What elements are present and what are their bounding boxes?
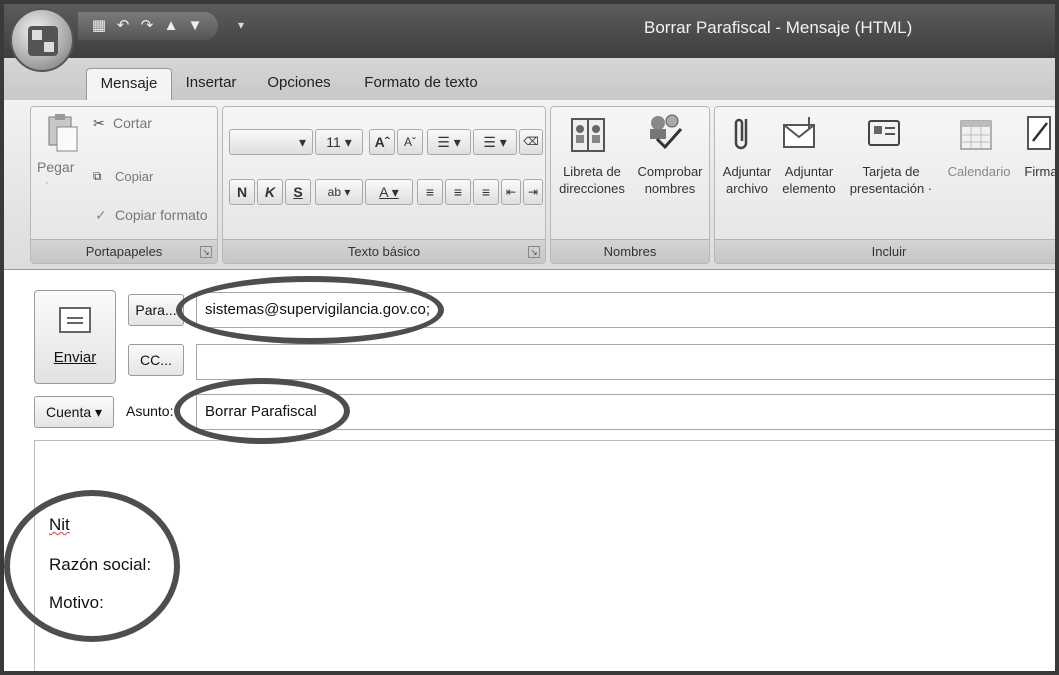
attach-file-label-1: Adjuntar: [722, 164, 772, 179]
align-left-icon[interactable]: ≡: [417, 179, 443, 205]
basic-text-group-label: Texto básico: [223, 239, 545, 263]
numbering-button[interactable]: ☰ ▾: [473, 129, 517, 155]
format-painter-icon: ✓: [95, 207, 107, 223]
customize-icon[interactable]: ▾: [232, 14, 250, 36]
business-card-label-2: presentación ·: [849, 181, 933, 196]
clipboard-group-label: Portapapeles: [31, 239, 217, 263]
attach-item-button[interactable]: Adjuntar elemento: [777, 163, 841, 197]
format-painter-button[interactable]: Copiar formato: [115, 207, 208, 223]
bold-button[interactable]: N: [229, 179, 255, 205]
include-group-label: Incluir: [715, 239, 1055, 263]
cc-field[interactable]: [196, 344, 1055, 380]
clear-format-icon[interactable]: ⌫: [519, 129, 543, 155]
check-names-button[interactable]: Comprobar nombres: [631, 163, 709, 197]
attach-file-label-2: archivo: [726, 181, 768, 196]
cc-button[interactable]: CC...: [128, 344, 184, 376]
account-button[interactable]: Cuenta ▾: [34, 396, 114, 428]
quick-access-toolbar: ▦ ↶ ↷ ▲ ▼: [78, 12, 218, 40]
attach-item-label-1: Adjuntar: [784, 164, 834, 179]
business-card-label-1: Tarjeta de: [862, 164, 920, 179]
calendar-button[interactable]: Calendario: [941, 163, 1017, 180]
align-center-icon[interactable]: ≡: [445, 179, 471, 205]
cut-button[interactable]: Cortar: [113, 115, 152, 131]
paste-button[interactable]: Pegar: [37, 159, 74, 175]
paste-icon[interactable]: [43, 113, 81, 153]
names-group: Libreta de direcciones Comprobar nombres…: [550, 106, 710, 264]
undo-icon[interactable]: ↶: [114, 17, 132, 35]
grow-font-button[interactable]: Aˆ: [369, 129, 395, 155]
ribbon-tabs: Mensaje Insertar Opciones Formato de tex…: [4, 58, 1055, 100]
clipboard-group: Pegar · ✂ Cortar ⧉ Copiar ✓ Copiar forma…: [30, 106, 218, 264]
font-name-dropdown[interactable]: ▾: [229, 129, 313, 155]
send-label: Enviar: [53, 349, 97, 366]
clipboard-launcher-icon[interactable]: ↘: [200, 246, 212, 258]
down-arrow-icon[interactable]: ▼: [186, 17, 204, 35]
names-group-label: Nombres: [551, 239, 709, 263]
attach-item-label-2: elemento: [782, 181, 836, 196]
redo-icon[interactable]: ↷: [138, 17, 156, 35]
font-size-dropdown[interactable]: 11 ▾: [315, 129, 363, 155]
font-color-button[interactable]: A ▾: [365, 179, 413, 205]
signature-button[interactable]: Firma: [1019, 163, 1055, 180]
attach-item-icon: [783, 117, 815, 148]
basic-text-group: ▾ 11 ▾ Aˆ Aˇ ☰ ▾ ☰ ▾ ⌫ N K S ab ▾ A ▾ ≡ …: [222, 106, 546, 264]
up-arrow-icon[interactable]: ▲: [162, 17, 180, 35]
ribbon: Pegar · ✂ Cortar ⧉ Copiar ✓ Copiar forma…: [4, 100, 1055, 270]
decrease-indent-icon[interactable]: ⇤: [501, 179, 521, 205]
scissors-icon: ✂: [93, 115, 105, 131]
send-button[interactable]: Enviar: [34, 290, 116, 384]
address-book-button[interactable]: Libreta de direcciones: [553, 163, 631, 197]
paste-dropdown-icon[interactable]: ·: [45, 177, 49, 189]
address-book-icon: [571, 118, 605, 152]
message-window: ▦ ↶ ↷ ▲ ▼ ▾ Borrar Parafiscal - Mensaje …: [0, 0, 1059, 675]
save-icon[interactable]: ▦: [90, 17, 108, 35]
message-body[interactable]: Nit Razón social: Motivo:: [34, 440, 1055, 671]
tab-mensaje[interactable]: Mensaje: [86, 68, 172, 100]
annotation-ellipse-body: [4, 490, 180, 642]
calendar-icon: [960, 120, 992, 150]
office-button[interactable]: [10, 8, 74, 72]
annotation-ellipse-to: [176, 276, 444, 344]
send-icon: [59, 307, 91, 333]
business-card-button[interactable]: Tarjeta de presentación ·: [843, 163, 939, 197]
tab-formato-de-texto[interactable]: Formato de texto: [356, 68, 486, 100]
address-book-label-1: Libreta de: [563, 164, 621, 179]
align-right-icon[interactable]: ≡: [473, 179, 499, 205]
office-logo-icon: [28, 26, 58, 56]
bullets-button[interactable]: ☰ ▾: [427, 129, 471, 155]
signature-icon: [1027, 116, 1051, 150]
address-book-label-2: direcciones: [559, 181, 625, 196]
tab-insertar[interactable]: Insertar: [176, 68, 246, 100]
attach-file-button[interactable]: Adjuntar archivo: [717, 163, 777, 197]
business-card-icon: [868, 120, 900, 146]
window-title: Borrar Parafiscal - Mensaje (HTML): [644, 18, 913, 37]
italic-button[interactable]: K: [257, 179, 283, 205]
tab-opciones[interactable]: Opciones: [256, 68, 342, 100]
font-size-value: 11: [326, 134, 341, 150]
annotation-ellipse-subject: [174, 378, 350, 444]
underline-button[interactable]: S: [285, 179, 311, 205]
check-names-icon: [650, 114, 683, 150]
title-bar: ▦ ↶ ↷ ▲ ▼ ▾ Borrar Parafiscal - Mensaje …: [4, 4, 1055, 58]
copy-icon: ⧉: [93, 169, 102, 183]
check-names-label-2: nombres: [644, 181, 696, 196]
highlight-button[interactable]: ab ▾: [315, 179, 363, 205]
paperclip-icon: [734, 118, 748, 150]
include-group: Adjuntar archivo Adjuntar elemento Tarje…: [714, 106, 1055, 264]
basic-text-launcher-icon[interactable]: ↘: [528, 246, 540, 258]
check-names-label-1: Comprobar: [637, 164, 703, 179]
subject-label: Asunto:: [126, 403, 174, 419]
increase-indent-icon[interactable]: ⇥: [523, 179, 543, 205]
shrink-font-button[interactable]: Aˇ: [397, 129, 423, 155]
copy-button[interactable]: Copiar: [115, 169, 153, 184]
